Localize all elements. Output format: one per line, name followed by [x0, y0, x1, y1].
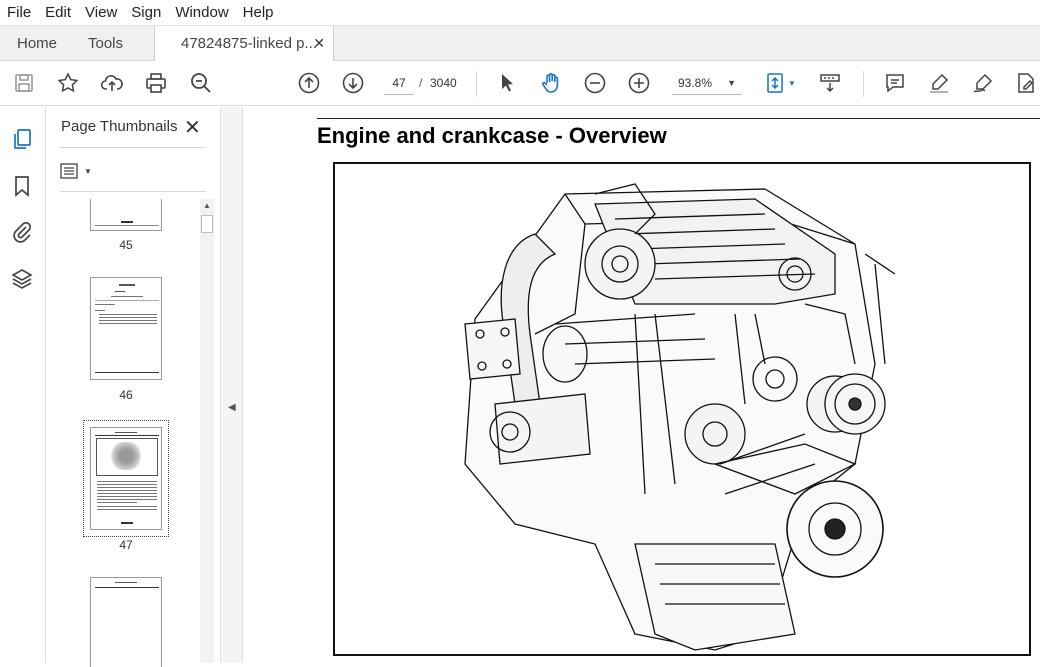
collapse-panel-icon[interactable]: ◀ [228, 402, 236, 413]
toolbar: 47 / 3040 93.8% ▼ ▼ [0, 61, 1040, 106]
scroll-up-icon[interactable]: ▲ [203, 201, 211, 210]
edit-pdf-icon[interactable] [1012, 69, 1040, 97]
menu-sign[interactable]: Sign [124, 0, 168, 25]
divider [60, 147, 206, 148]
thumbnail-options-button[interactable]: ▼ [60, 161, 100, 181]
page-thumbnail-45[interactable] [90, 199, 162, 231]
next-page-icon[interactable] [339, 69, 367, 97]
page-thumbnail-46[interactable] [90, 277, 162, 380]
tab-bar: Home Tools 47824875-linked p... ✕ [0, 25, 1040, 62]
scroll-mode-icon[interactable] [816, 69, 844, 97]
sign-pen-icon[interactable] [969, 69, 997, 97]
header-rule [317, 118, 1040, 119]
engine-illustration [333, 162, 1031, 656]
page-thumbnail-label: 45 [119, 238, 133, 252]
comment-icon[interactable] [881, 69, 909, 97]
tab-home[interactable]: Home [17, 26, 57, 61]
menu-edit[interactable]: Edit [38, 0, 78, 25]
bookmark-icon[interactable] [10, 174, 36, 200]
hand-tool-icon[interactable] [537, 69, 565, 97]
tab-document[interactable]: 47824875-linked p... ✕ [154, 26, 334, 62]
print-icon[interactable] [142, 69, 170, 97]
fit-page-icon[interactable] [762, 69, 790, 97]
list-options-icon [60, 163, 78, 179]
previous-page-icon[interactable] [295, 69, 323, 97]
toolbar-divider [863, 71, 864, 97]
document-viewer[interactable]: Engine and crankcase - Overview [244, 107, 1040, 663]
tab-tools[interactable]: Tools [88, 26, 123, 61]
page-heading: Engine and crankcase - Overview [317, 123, 667, 148]
page-thumbnail-label: 46 [119, 388, 133, 402]
page-thumbnail-label: 47 [119, 538, 133, 552]
chevron-down-icon: ▼ [727, 78, 736, 88]
zoom-level-value: 93.8% [678, 76, 713, 90]
tab-close-icon[interactable]: ✕ [313, 26, 325, 61]
layers-icon[interactable] [10, 267, 36, 293]
attachment-icon[interactable] [10, 220, 36, 246]
menu-window[interactable]: Window [168, 0, 235, 25]
highlight-pen-icon[interactable] [925, 69, 953, 97]
chevron-down-icon: ▼ [84, 166, 92, 176]
star-icon[interactable] [54, 69, 82, 97]
panel-title: Page Thumbnails [61, 118, 178, 135]
zoom-in-icon[interactable] [625, 69, 653, 97]
page-thumbnails-panel: Page Thumbnails ✕ ▼ 45 46 47 ▲ [46, 107, 220, 667]
engine-drawing-image [464, 183, 896, 651]
zoom-out-icon[interactable] [581, 69, 609, 97]
menu-help[interactable]: Help [236, 0, 281, 25]
thumbnails-scrollbar[interactable]: ▲ [200, 199, 214, 663]
zoom-level-select[interactable]: 93.8% ▼ [672, 71, 742, 95]
menu-bar: File Edit View Sign Window Help [0, 0, 1040, 25]
zoom-search-icon[interactable] [187, 69, 215, 97]
total-pages: 3040 [430, 76, 457, 90]
panel-splitter[interactable]: ◀ [220, 107, 243, 663]
menu-view[interactable]: View [78, 0, 124, 25]
menu-file[interactable]: File [0, 0, 38, 25]
panel-close-icon[interactable]: ✕ [184, 115, 201, 140]
divider [60, 191, 206, 192]
page-separator: / [419, 76, 423, 90]
page-thumbnails-icon[interactable] [10, 127, 36, 153]
select-cursor-icon[interactable] [493, 69, 521, 97]
navigation-rail [0, 107, 46, 663]
page-thumbnail-47[interactable] [90, 427, 162, 530]
toolbar-divider [476, 71, 477, 97]
scrollbar-thumb[interactable] [201, 215, 213, 233]
page-number-input[interactable]: 47 [384, 71, 414, 95]
tab-document-label: 47824875-linked p... [181, 35, 317, 52]
page-thumbnail-48[interactable] [90, 577, 162, 667]
upload-cloud-icon[interactable] [98, 69, 126, 97]
save-icon[interactable] [10, 69, 38, 97]
fit-dropdown-caret-icon[interactable]: ▼ [788, 79, 796, 88]
